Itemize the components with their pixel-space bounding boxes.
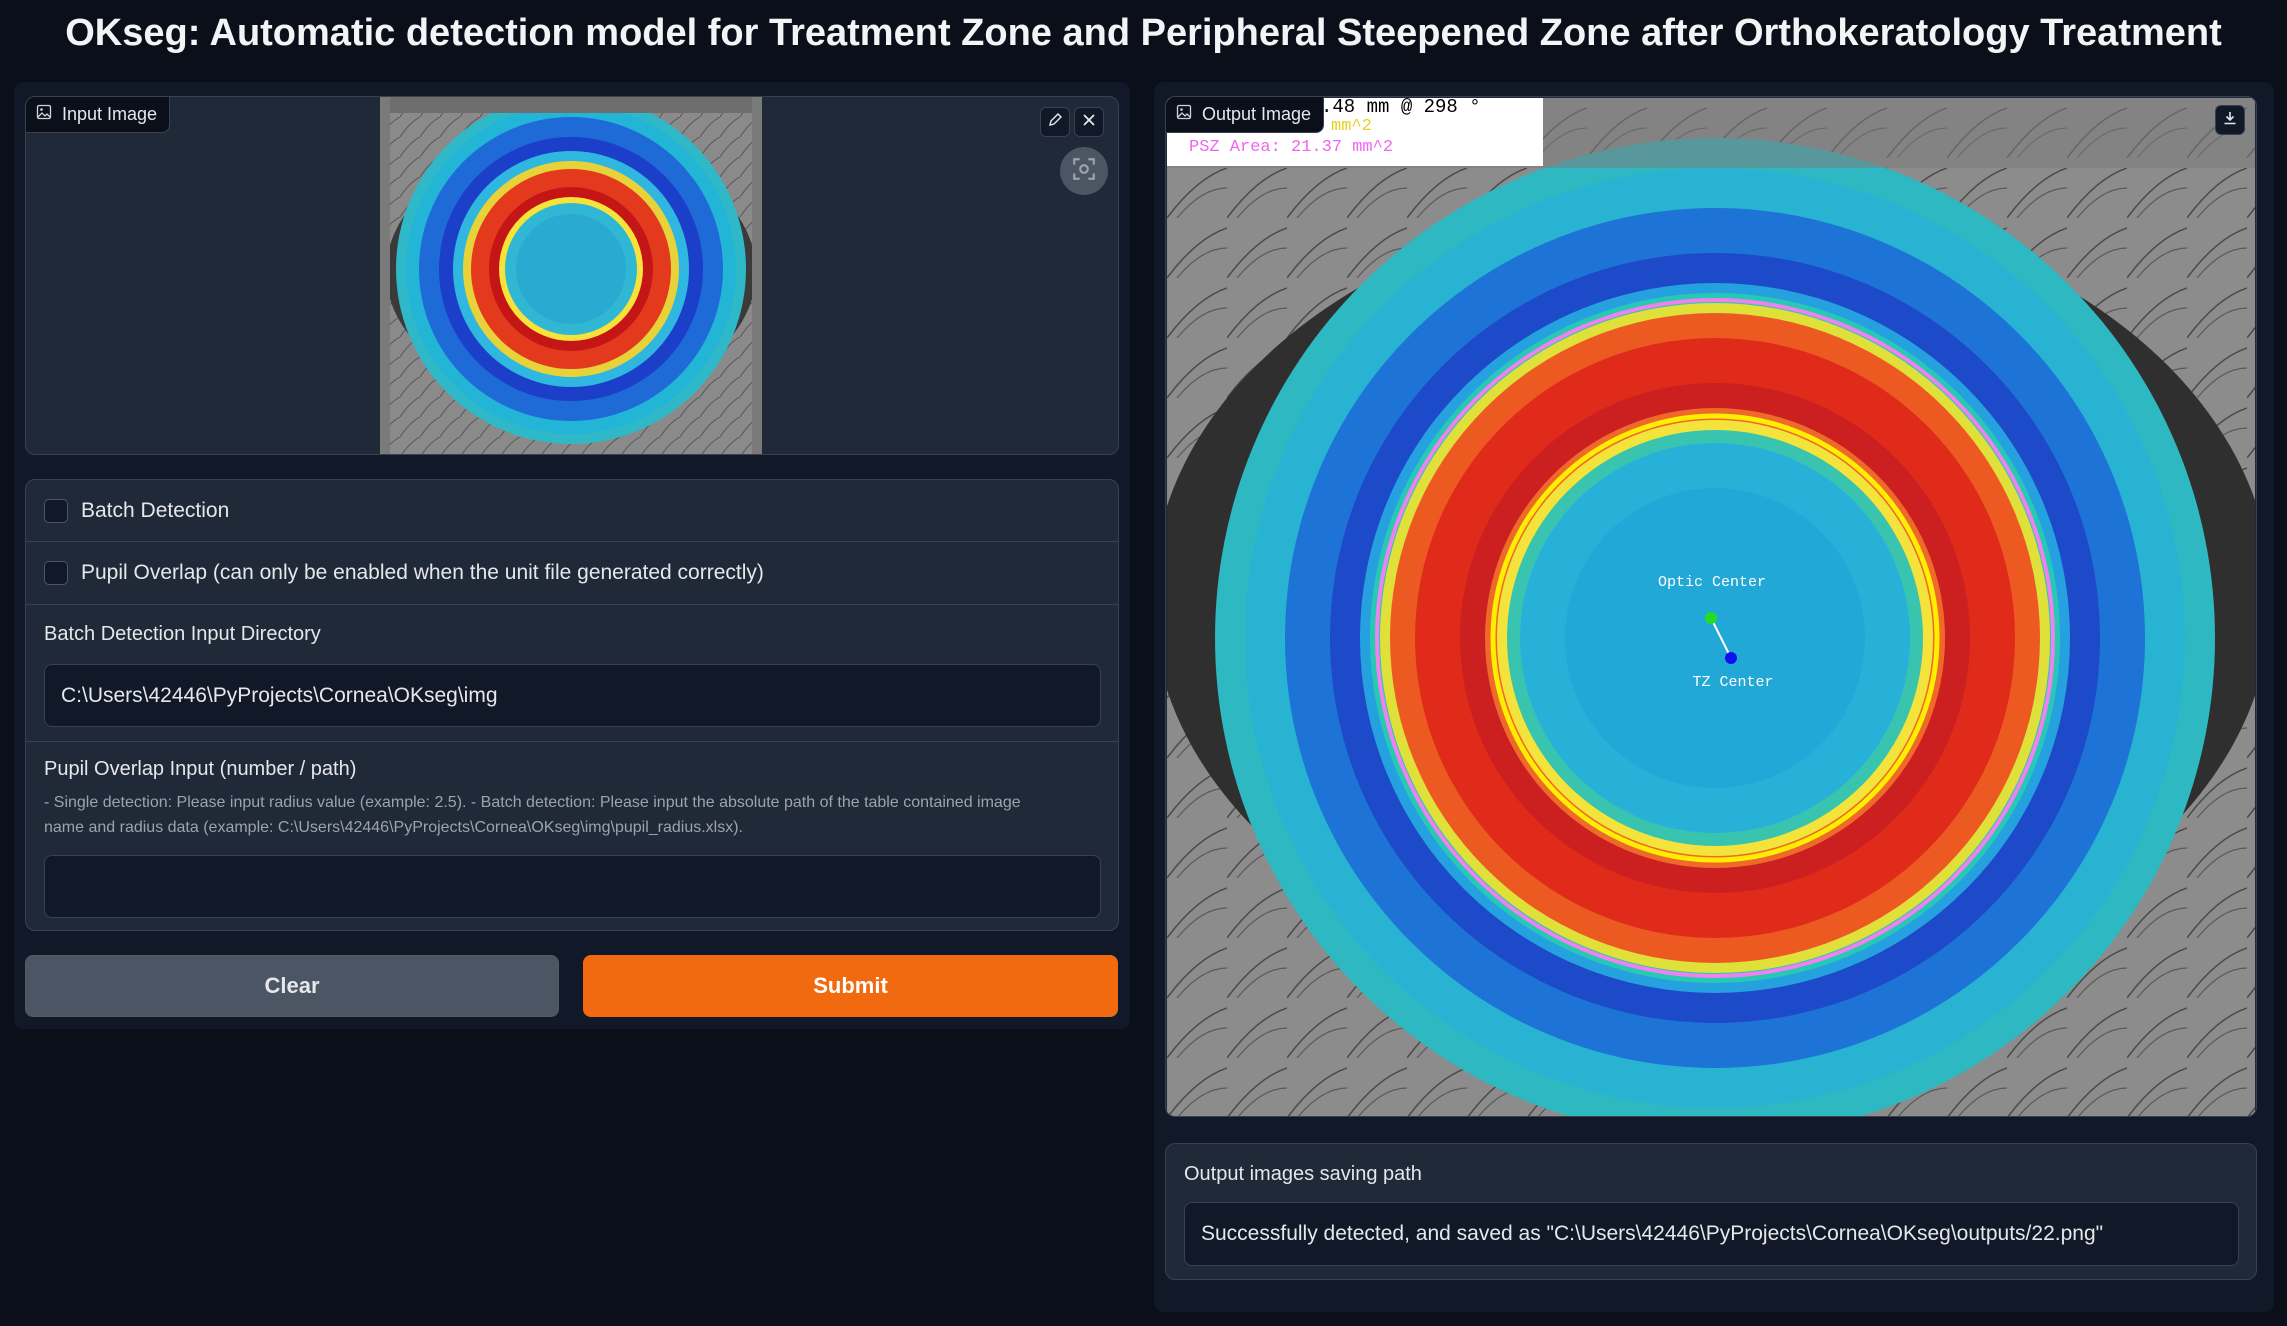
pupil-input-info-line1: - Single detection: Please input radius … xyxy=(44,794,1021,811)
input-topography-image xyxy=(380,97,762,454)
options-panel: Batch Detection Pupil Overlap (can only … xyxy=(25,479,1119,931)
focus-button[interactable] xyxy=(1060,147,1108,195)
batch-dir-input[interactable]: C:\Users\42446\PyProjects\Cornea\OKseg\i… xyxy=(44,664,1101,727)
pupil-overlap-row[interactable]: Pupil Overlap (can only be enabled when … xyxy=(26,542,1118,605)
page-title: OKseg: Automatic detection model for Tre… xyxy=(65,12,2222,54)
pupil-input-info-line2: name and radius data (example: C:\Users\… xyxy=(44,819,743,836)
submit-button[interactable]: Submit xyxy=(583,955,1118,1017)
close-icon xyxy=(1081,112,1097,133)
left-column: Input Image Batch Detection Pupil Overla… xyxy=(14,82,1130,1029)
edit-button[interactable] xyxy=(1040,107,1070,137)
input-image-label: Input Image xyxy=(26,97,171,133)
focus-scan-icon xyxy=(1071,156,1097,187)
output-path-label: Output images saving path xyxy=(1184,1163,1422,1185)
download-button[interactable] xyxy=(2215,105,2245,135)
output-image-label: Output Image xyxy=(1166,97,1325,133)
batch-dir-row: Batch Detection Input Directory C:\Users… xyxy=(26,605,1118,742)
batch-detection-row[interactable]: Batch Detection xyxy=(26,480,1118,542)
pupil-overlap-label: Pupil Overlap (can only be enabled when … xyxy=(81,561,764,584)
batch-detection-checkbox[interactable] xyxy=(44,499,68,523)
right-column: Optic Center TZ Center .48 mm @ 298 ° mm… xyxy=(1154,82,2274,1312)
clear-button[interactable]: Clear xyxy=(25,955,559,1017)
optic-center-label: Optic Center xyxy=(1658,574,1766,591)
image-icon xyxy=(36,104,52,125)
output-image-label-text: Output Image xyxy=(1202,104,1312,124)
image-icon xyxy=(1176,104,1192,125)
input-image-label-text: Input Image xyxy=(62,104,158,124)
output-topography-image: Optic Center TZ Center xyxy=(1167,98,2255,1116)
output-path-field[interactable]: Successfully detected, and saved as "C:\… xyxy=(1184,1202,2239,1266)
pupil-input-field[interactable] xyxy=(44,855,1101,918)
input-image-panel[interactable]: Input Image xyxy=(25,96,1119,455)
pupil-input-label: Pupil Overlap Input (number / path) xyxy=(44,758,357,780)
pencil-icon xyxy=(1047,112,1063,133)
batch-detection-label: Batch Detection xyxy=(81,499,230,522)
pupil-input-row: Pupil Overlap Input (number / path) - Si… xyxy=(26,742,1118,930)
batch-dir-label: Batch Detection Input Directory xyxy=(44,623,321,645)
output-image-panel: Optic Center TZ Center .48 mm @ 298 ° mm… xyxy=(1165,96,2257,1117)
clear-image-button[interactable] xyxy=(1074,107,1104,137)
tz-center-label: TZ Center xyxy=(1692,674,1773,691)
output-path-panel: Output images saving path Successfully d… xyxy=(1165,1143,2257,1280)
download-icon xyxy=(2222,110,2238,131)
measurement-line1: .48 mm @ 298 ° xyxy=(1321,96,1481,118)
pupil-overlap-checkbox[interactable] xyxy=(44,561,68,585)
measurement-line2: mm^2 xyxy=(1331,117,1372,136)
measurement-line3: PSZ Area: 21.37 mm^2 xyxy=(1189,138,1394,157)
